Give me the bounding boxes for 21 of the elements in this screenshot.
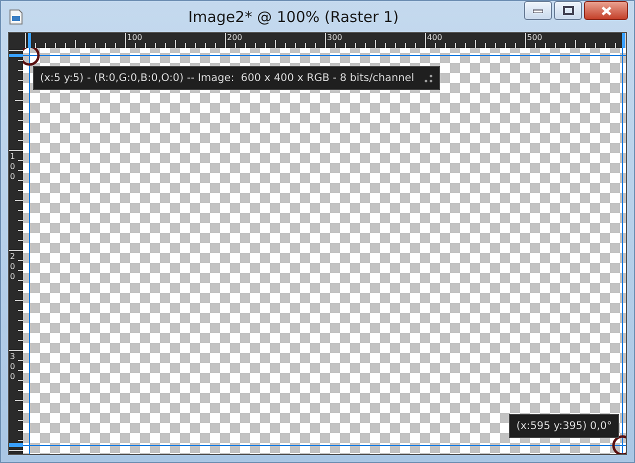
ruler-label: 200: [10, 252, 16, 282]
maximize-button[interactable]: [554, 1, 582, 20]
close-button[interactable]: [584, 1, 628, 20]
maximize-icon: [562, 6, 574, 15]
info-tooltip: (x:595 y:395) 0,0°: [509, 414, 619, 438]
minimize-icon: [533, 8, 543, 12]
close-icon: [600, 6, 612, 16]
info-tooltip: (x:5 y:5) - (R:0,G:0,B:0,O:0) -- Image: 600 x 400 x RGB - 8 bits/channel: [33, 66, 440, 90]
ruler-label: 500: [527, 33, 542, 42]
grip-icon: [424, 74, 434, 82]
ruler-label: 300: [327, 33, 342, 42]
window-title: Image2* @ 100% (Raster 1): [187, 8, 400, 26]
ruler-label: 300: [10, 352, 16, 382]
ruler-label: 200: [227, 33, 242, 42]
ruler-label: 400: [427, 33, 442, 42]
ruler-label: 100: [10, 152, 16, 182]
minimize-button[interactable]: [524, 1, 552, 20]
crop-handle[interactable]: [612, 435, 626, 454]
ruler-label: 100: [127, 33, 142, 42]
document-icon: [9, 8, 23, 24]
crop-handle[interactable]: [23, 48, 40, 66]
